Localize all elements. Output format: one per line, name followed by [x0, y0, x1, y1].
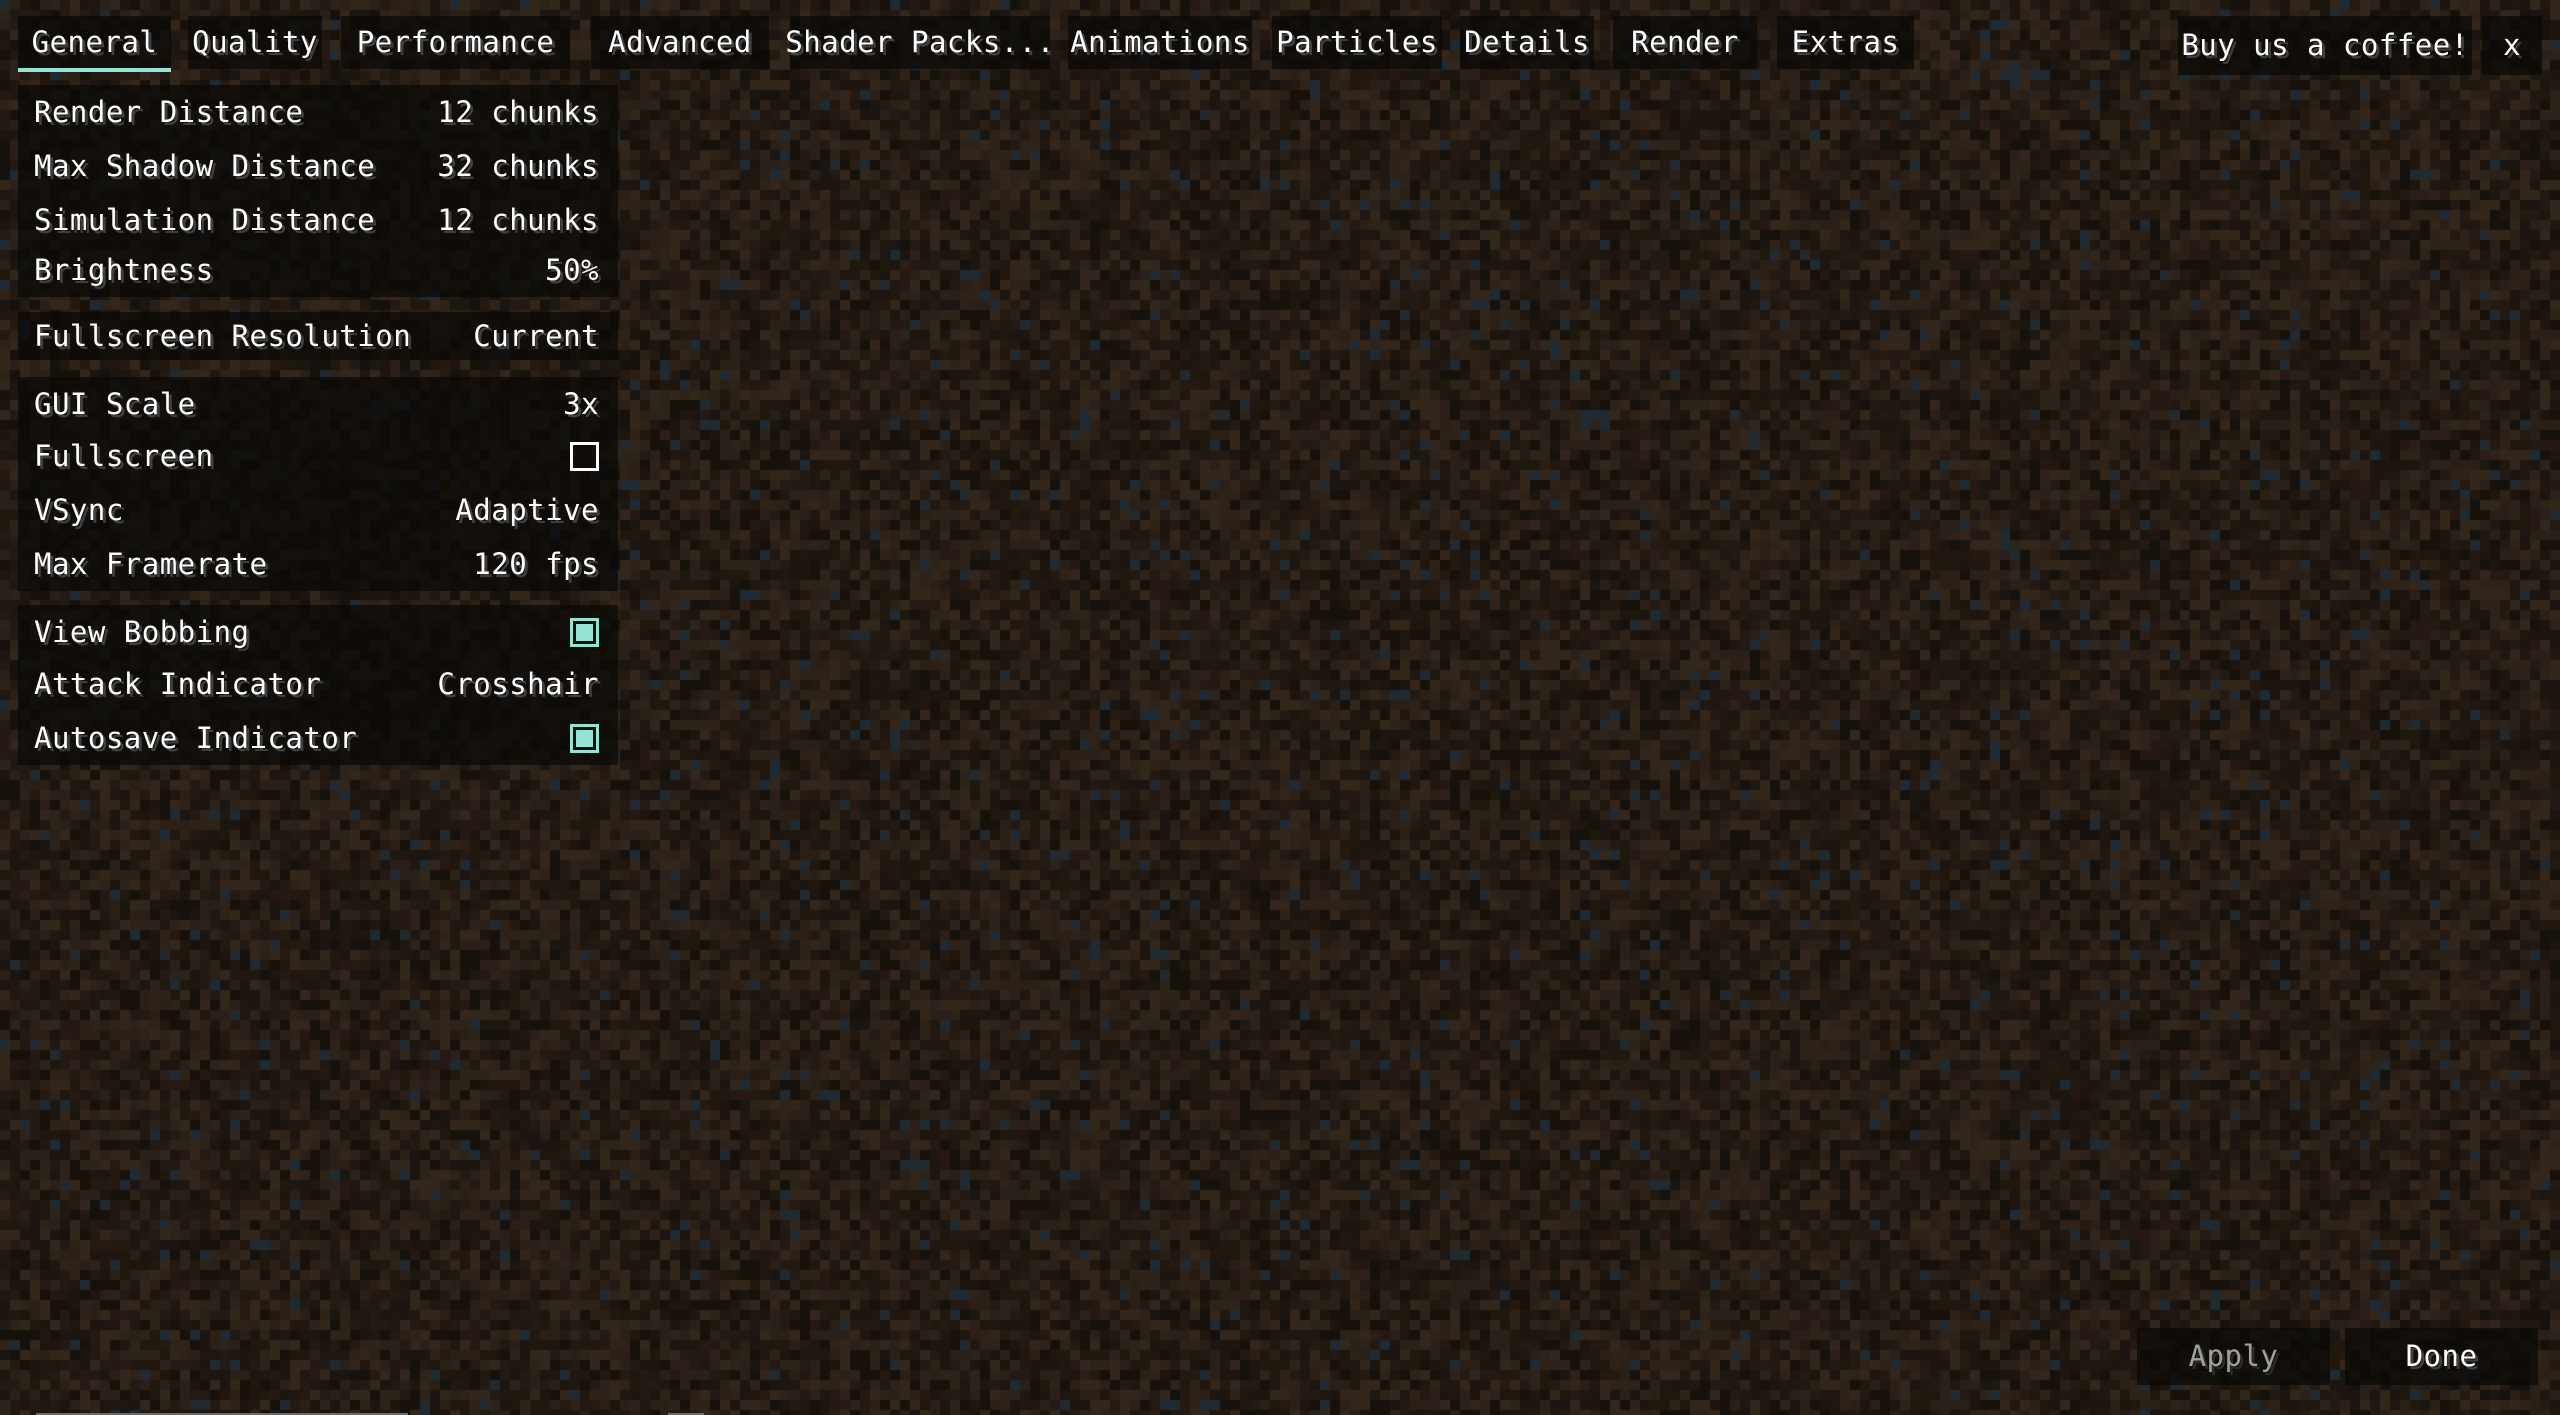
- tab-label: Render: [1631, 25, 1739, 59]
- option-render-distance[interactable]: Render Distance 12 chunks: [18, 85, 618, 139]
- tab-label: General: [31, 25, 158, 59]
- tab-bar: General Quality Performance Advanced Sha…: [0, 0, 1930, 75]
- apply-button[interactable]: Apply: [2137, 1328, 2330, 1385]
- option-attack-indicator[interactable]: Attack Indicator Crosshair: [18, 657, 618, 711]
- option-group-view: View Bobbing Attack Indicator Crosshair …: [18, 605, 618, 765]
- option-gui-scale[interactable]: GUI Scale 3x: [18, 377, 618, 431]
- option-label: Simulation Distance: [34, 202, 376, 237]
- autosave-indicator-checkbox[interactable]: [570, 723, 599, 753]
- tab-render[interactable]: Render: [1613, 16, 1757, 69]
- tab-performance[interactable]: Performance: [341, 16, 570, 69]
- option-label: VSync: [34, 492, 124, 527]
- option-label: Fullscreen: [34, 438, 214, 473]
- option-label: Render Distance: [34, 94, 304, 129]
- done-button[interactable]: Done: [2345, 1328, 2538, 1385]
- option-simulation-distance[interactable]: Simulation Distance 12 chunks: [18, 193, 618, 247]
- tab-label: Shader Packs...: [785, 25, 1055, 59]
- option-autosave-indicator[interactable]: Autosave Indicator: [18, 711, 618, 765]
- option-view-bobbing[interactable]: View Bobbing: [18, 605, 618, 659]
- option-brightness[interactable]: Brightness 50%: [18, 243, 618, 297]
- option-label: Autosave Indicator: [34, 720, 358, 755]
- option-fullscreen-resolution[interactable]: Fullscreen Resolution Current: [18, 309, 618, 363]
- tab-particles[interactable]: Particles: [1272, 16, 1442, 69]
- option-value: 12 chunks: [437, 94, 599, 129]
- tab-label: Animations: [1070, 25, 1250, 59]
- close-icon: x: [2503, 28, 2521, 62]
- option-max-shadow-distance[interactable]: Max Shadow Distance 32 chunks: [18, 139, 618, 193]
- donate-label: Buy us a coffee!: [2181, 28, 2469, 62]
- option-value: 50%: [545, 252, 599, 287]
- option-label: Max Framerate: [34, 546, 268, 581]
- option-label: Fullscreen Resolution: [34, 318, 412, 353]
- option-value: 32 chunks: [437, 148, 599, 183]
- tab-quality[interactable]: Quality: [188, 16, 322, 69]
- fullscreen-checkbox[interactable]: [570, 441, 599, 471]
- option-vsync[interactable]: VSync Adaptive: [18, 483, 618, 537]
- option-label: Brightness: [34, 252, 214, 287]
- option-group-resolution: Fullscreen Resolution Current: [18, 312, 618, 360]
- option-value: 3x: [563, 386, 599, 421]
- close-button[interactable]: x: [2482, 16, 2542, 75]
- tab-shader-packs[interactable]: Shader Packs...: [785, 16, 1054, 69]
- tab-general[interactable]: General: [18, 16, 171, 72]
- option-value: Crosshair: [437, 666, 599, 701]
- option-group-display: GUI Scale 3x Fullscreen VSync Adaptive M…: [18, 377, 618, 591]
- tab-label: Advanced: [608, 25, 752, 59]
- option-value: Adaptive: [455, 492, 599, 527]
- option-value: Current: [473, 318, 599, 353]
- tab-label: Extras: [1791, 25, 1900, 59]
- option-value: 12 chunks: [437, 202, 599, 237]
- option-label: Max Shadow Distance: [34, 148, 376, 183]
- tab-label: Particles: [1276, 25, 1438, 59]
- tab-extras[interactable]: Extras: [1777, 16, 1914, 69]
- tab-label: Performance: [356, 25, 555, 59]
- tab-advanced[interactable]: Advanced: [591, 16, 769, 69]
- option-label: View Bobbing: [34, 614, 250, 649]
- done-label: Done: [2405, 1339, 2478, 1373]
- option-label: GUI Scale: [34, 386, 196, 421]
- tab-label: Details: [1464, 25, 1590, 59]
- option-fullscreen[interactable]: Fullscreen: [18, 429, 618, 483]
- option-label: Attack Indicator: [34, 666, 322, 701]
- donate-button[interactable]: Buy us a coffee!: [2178, 16, 2472, 75]
- apply-label: Apply: [2188, 1339, 2279, 1373]
- option-value: 120 fps: [473, 546, 599, 581]
- option-group-distance: Render Distance 12 chunks Max Shadow Dis…: [18, 85, 618, 297]
- tab-details[interactable]: Details: [1460, 16, 1594, 69]
- tab-animations[interactable]: Animations: [1068, 16, 1252, 69]
- view-bobbing-checkbox[interactable]: [570, 617, 599, 647]
- option-max-framerate[interactable]: Max Framerate 120 fps: [18, 537, 618, 591]
- tab-label: Quality: [192, 25, 318, 59]
